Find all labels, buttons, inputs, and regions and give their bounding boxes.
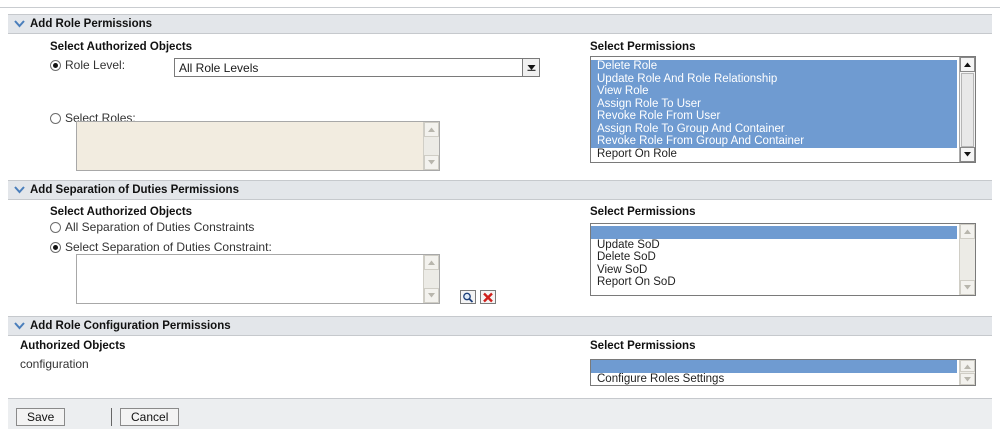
all-sod-option[interactable]: All Separation of Duties Constraints xyxy=(50,220,254,234)
authorized-object-value: configuration xyxy=(20,357,89,371)
permission-option[interactable]: Update SoD xyxy=(591,239,957,252)
permission-option[interactable]: Report On Role xyxy=(591,148,957,161)
chevron-down-icon[interactable] xyxy=(8,20,30,28)
scrollbar[interactable] xyxy=(959,360,975,385)
role-permissions-header[interactable]: Add Role Permissions xyxy=(8,14,992,34)
scroll-up-icon[interactable] xyxy=(960,57,975,72)
delete-icon[interactable] xyxy=(480,290,496,304)
scroll-down-icon[interactable] xyxy=(960,373,975,385)
permissions-heading: Select Permissions xyxy=(590,340,696,352)
scroll-down-icon[interactable] xyxy=(424,155,439,170)
scrollbar[interactable] xyxy=(959,57,975,162)
scroll-down-icon[interactable] xyxy=(960,280,975,295)
permissions-heading: Select Permissions xyxy=(590,41,696,53)
scroll-up-icon[interactable] xyxy=(960,360,975,372)
permission-option[interactable]: Configure Roles Settings xyxy=(591,373,957,386)
config-permissions-body: Authorized Objects Select Permissions co… xyxy=(8,337,992,398)
chevron-down-icon[interactable] xyxy=(8,186,30,194)
role-level-label: Role Level: xyxy=(65,58,126,72)
permission-option[interactable]: Assign Role To User xyxy=(591,97,957,110)
permission-option[interactable] xyxy=(591,360,957,373)
role-level-select[interactable]: All Role Levels xyxy=(174,58,540,77)
scroll-up-icon[interactable] xyxy=(960,224,975,239)
permission-option[interactable]: Revoke Role From Group And Container xyxy=(591,135,957,148)
role-level-option[interactable]: Role Level: xyxy=(50,58,125,72)
form-footer: Save Cancel xyxy=(8,398,992,429)
select-sod-radio[interactable] xyxy=(50,241,61,253)
config-permissions-header[interactable]: Add Role Configuration Permissions xyxy=(8,316,992,336)
scrollbar[interactable] xyxy=(423,122,439,170)
top-strip xyxy=(0,0,1000,8)
scroll-down-icon[interactable] xyxy=(424,288,439,303)
permission-option[interactable]: Update Role And Role Relationship xyxy=(591,72,957,85)
role-permissions-list[interactable]: Delete Role Update Role And Role Relation… xyxy=(590,56,976,163)
permission-option[interactable]: Assign Role To Group And Container xyxy=(591,122,957,135)
section-title: Add Role Permissions xyxy=(30,18,153,30)
permission-option[interactable] xyxy=(591,226,957,239)
search-icon[interactable] xyxy=(460,290,476,304)
select-roles-textarea[interactable] xyxy=(76,121,440,171)
chevron-down-icon[interactable] xyxy=(8,322,30,330)
scroll-up-icon[interactable] xyxy=(424,255,439,270)
sod-constraint-textarea[interactable] xyxy=(76,254,440,304)
all-sod-radio[interactable] xyxy=(50,221,61,233)
scroll-up-icon[interactable] xyxy=(424,122,439,137)
scroll-down-icon[interactable] xyxy=(960,147,975,162)
permission-option[interactable]: Delete SoD xyxy=(591,251,957,264)
select-sod-label: Select Separation of Duties Constraint: xyxy=(65,240,272,254)
scrollbar[interactable] xyxy=(423,255,439,303)
permission-option[interactable]: Delete Role xyxy=(591,60,957,73)
sod-permissions-list[interactable]: Update SoD Delete SoD View SoD Report On So… xyxy=(590,223,976,296)
button-divider xyxy=(111,408,112,426)
save-button[interactable]: Save xyxy=(16,408,66,426)
dropdown-arrow-icon[interactable] xyxy=(522,59,539,76)
permissions-heading: Select Permissions xyxy=(590,206,696,218)
role-level-value: All Role Levels xyxy=(179,60,259,75)
config-permissions-list[interactable]: Configure Roles Settings xyxy=(590,359,976,386)
section-title: Add Separation of Duties Permissions xyxy=(30,184,239,196)
all-sod-label: All Separation of Duties Constraints xyxy=(65,220,255,234)
section-title: Add Role Configuration Permissions xyxy=(30,320,231,332)
scrollbar[interactable] xyxy=(959,224,975,295)
select-sod-option[interactable]: Select Separation of Duties Constraint: xyxy=(50,240,272,254)
permission-option[interactable]: Revoke Role From User xyxy=(591,110,957,123)
authorized-objects-heading: Select Authorized Objects xyxy=(50,41,193,53)
cancel-button[interactable]: Cancel xyxy=(120,408,180,426)
role-level-radio[interactable] xyxy=(50,59,61,71)
select-roles-radio[interactable] xyxy=(50,112,61,124)
permission-option[interactable]: View Role xyxy=(591,85,957,98)
authorized-objects-heading: Select Authorized Objects xyxy=(50,206,193,218)
sod-permissions-header[interactable]: Add Separation of Duties Permissions xyxy=(8,180,992,200)
permission-option[interactable]: View SoD xyxy=(591,264,957,277)
role-permissions-body: Select Authorized Objects Select Permiss… xyxy=(8,35,992,180)
permission-option[interactable]: Report On SoD xyxy=(591,276,957,289)
sod-permissions-body: Select Authorized Objects Select Permiss… xyxy=(8,201,992,316)
authorized-objects-heading: Authorized Objects xyxy=(20,340,126,352)
scroll-thumb[interactable] xyxy=(961,73,974,147)
